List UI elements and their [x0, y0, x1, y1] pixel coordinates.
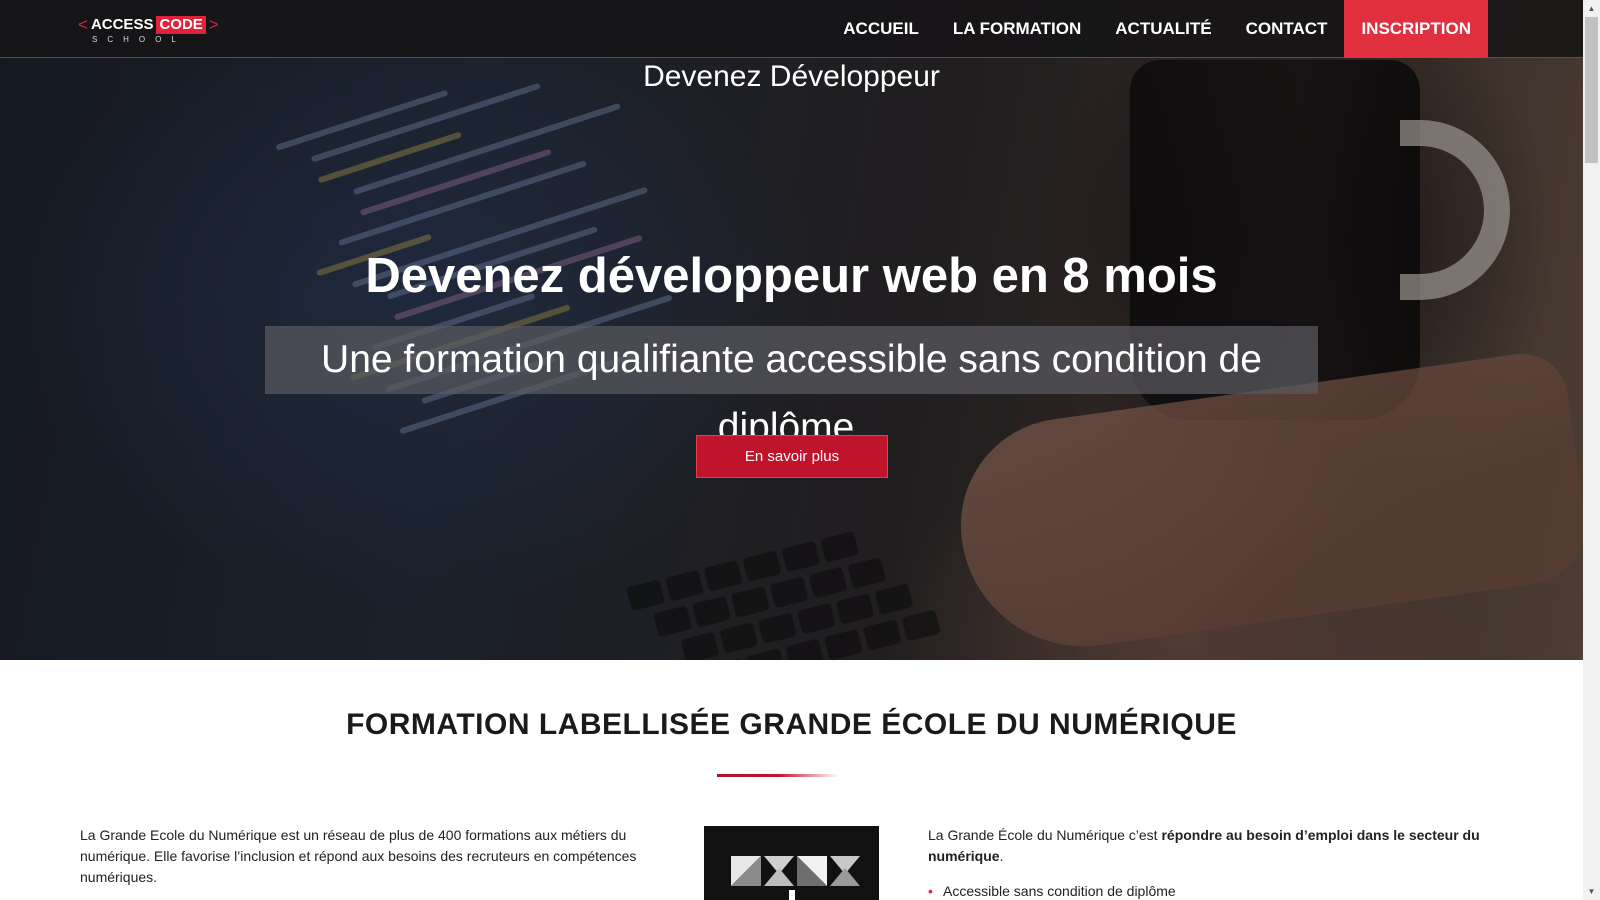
hero-title: Devenez développeur web en 8 mois [365, 249, 1218, 303]
logo-open-bracket: < [78, 15, 88, 34]
section-divider [717, 774, 839, 777]
nav-item-actualite[interactable]: ACTUALITÉ [1098, 0, 1228, 58]
page-scrollbar[interactable]: ▲ ▼ [1583, 0, 1600, 900]
scroll-down-arrow-icon[interactable]: ▼ [1583, 883, 1600, 900]
learn-more-button[interactable]: En savoir plus [696, 435, 888, 478]
logo-close-bracket: > [208, 15, 219, 34]
nav-item-la-formation[interactable]: LA FORMATION [936, 0, 1098, 58]
scroll-up-arrow-icon[interactable]: ▲ [1583, 0, 1600, 17]
logo-code-text: CODE [156, 16, 206, 34]
nav-item-contact[interactable]: CONTACT [1229, 0, 1345, 58]
nav-item-inscription[interactable]: INSCRIPTION [1344, 0, 1488, 58]
grande-ecole-numerique-logo [704, 826, 879, 900]
logo-access-text: ACCESS [90, 16, 154, 33]
gen-benefits-list: Accessible sans condition de diplôme [928, 881, 1488, 900]
section-title: FORMATION LABELLISÉE GRANDE ÉCOLE DU NUM… [346, 708, 1237, 741]
hero-kicker: Devenez Développeur [643, 60, 940, 93]
main-menu: ACCUEIL LA FORMATION ACTUALITÉ CONTACT I… [826, 0, 1488, 58]
gen-logo-graphic [704, 826, 879, 900]
site-logo[interactable]: < ACCESS CODE > SCHOOL [78, 15, 219, 48]
gen-benefits-intro: La Grande École du Numérique c’est répon… [928, 827, 1480, 864]
nav-item-accueil[interactable]: ACCUEIL [826, 0, 936, 58]
logo-wordmark: < ACCESS CODE > [78, 15, 219, 34]
gen-description: La Grande Ecole du Numérique est un rése… [80, 827, 637, 885]
hero-subtitle: Une formation qualifiante accessible san… [265, 326, 1318, 449]
logo-subtext: SCHOOL [92, 35, 186, 44]
list-item: Accessible sans condition de diplôme [928, 881, 1488, 900]
scrollbar-thumb[interactable] [1585, 17, 1598, 163]
gen-benefits: La Grande École du Numérique c’est répon… [928, 825, 1488, 900]
top-navbar: < ACCESS CODE > SCHOOL ACCUEIL LA FORMAT… [0, 0, 1583, 58]
